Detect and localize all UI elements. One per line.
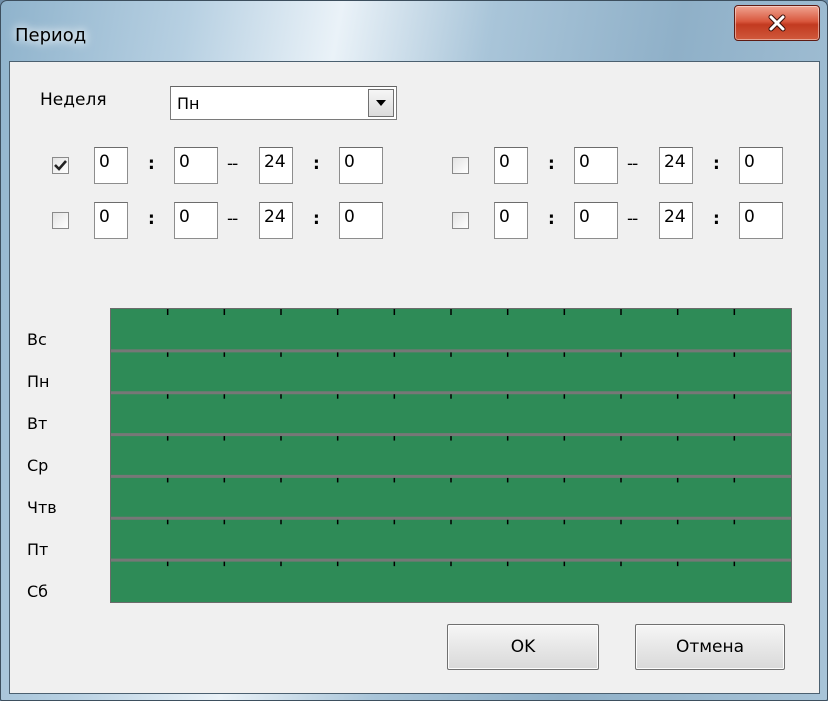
- range-separator: --: [627, 209, 638, 229]
- period-1-checkbox[interactable]: [52, 157, 69, 174]
- day-label: Чтв: [27, 498, 57, 517]
- dialog-title: Период: [15, 25, 87, 46]
- period-dialog: Период Неделя Пн 0 0 24 0: --:0 0 24 0: --:0 0 24 0…: [0, 0, 828, 701]
- schedule-row-Ср[interactable]: [111, 434, 791, 477]
- schedule-row-Пт[interactable]: [111, 518, 791, 561]
- time-separator: :: [148, 154, 155, 174]
- day-label: Пн: [27, 372, 50, 391]
- period-3-checkbox[interactable]: [52, 212, 69, 229]
- period-2-start-hour-field[interactable]: 0: [494, 147, 528, 184]
- day-label: Пт: [27, 540, 49, 559]
- range-separator: --: [227, 154, 238, 174]
- period-1-end-hour-field[interactable]: 24: [259, 147, 293, 184]
- time-separator: :: [313, 209, 320, 229]
- period-2-checkbox[interactable]: [452, 157, 469, 174]
- day-label: Вт: [27, 414, 48, 433]
- time-separator: :: [148, 209, 155, 229]
- period-2-end-minute-field[interactable]: 0: [739, 147, 783, 184]
- dialog-body: Неделя Пн 0 0 24 0: --:0 0 24 0: --:0 0 24 0: --:0 0 2…: [9, 61, 820, 694]
- period-3-start-hour-field[interactable]: 0: [94, 202, 128, 239]
- day-label: Сб: [27, 582, 49, 601]
- schedule-row-Сб[interactable]: [111, 560, 791, 602]
- time-separator: :: [313, 154, 320, 174]
- title-bar[interactable]: Период: [1, 1, 827, 61]
- period-3-start-minute-field[interactable]: 0: [174, 202, 218, 239]
- period-2-start-minute-field[interactable]: 0: [574, 147, 618, 184]
- checkmark-icon: [54, 160, 67, 171]
- period-1-start-hour-field[interactable]: 0: [94, 147, 128, 184]
- period-4-end-minute-field[interactable]: 0: [739, 202, 783, 239]
- period-4-end-hour-field[interactable]: 24: [659, 202, 693, 239]
- day-label: Ср: [27, 456, 49, 475]
- period-4-checkbox[interactable]: [452, 212, 469, 229]
- schedule-grid[interactable]: [110, 308, 792, 603]
- period-1-start-minute-field[interactable]: 0: [174, 147, 218, 184]
- day-label: Вс: [27, 330, 47, 349]
- period-3-end-minute-field[interactable]: 0: [339, 202, 383, 239]
- time-separator: :: [548, 209, 555, 229]
- range-separator: --: [627, 154, 638, 174]
- schedule-row-Пн[interactable]: [111, 350, 791, 393]
- range-separator: --: [227, 209, 238, 229]
- ok-button[interactable]: OK: [447, 624, 599, 670]
- close-icon: [768, 14, 786, 32]
- period-4-start-hour-field[interactable]: 0: [494, 202, 528, 239]
- week-day-value: Пн: [177, 94, 200, 113]
- period-3-end-hour-field[interactable]: 24: [259, 202, 293, 239]
- week-label: Неделя: [40, 90, 107, 110]
- schedule-row-Вс[interactable]: [111, 309, 791, 351]
- time-separator: :: [713, 154, 720, 174]
- schedule-grid-lines: [111, 309, 791, 602]
- close-button[interactable]: [734, 5, 820, 41]
- period-4-start-minute-field[interactable]: 0: [574, 202, 618, 239]
- time-separator: :: [548, 154, 555, 174]
- schedule-row-Вт[interactable]: [111, 392, 791, 435]
- week-day-select[interactable]: Пн: [170, 86, 397, 120]
- time-separator: :: [713, 209, 720, 229]
- chevron-down-icon: [376, 100, 386, 106]
- period-2-end-hour-field[interactable]: 24: [659, 147, 693, 184]
- cancel-button[interactable]: Отмена: [635, 624, 785, 670]
- period-1-end-minute-field[interactable]: 0: [339, 147, 383, 184]
- schedule-row-Чтв[interactable]: [111, 476, 791, 519]
- dropdown-arrow-button[interactable]: [368, 89, 394, 117]
